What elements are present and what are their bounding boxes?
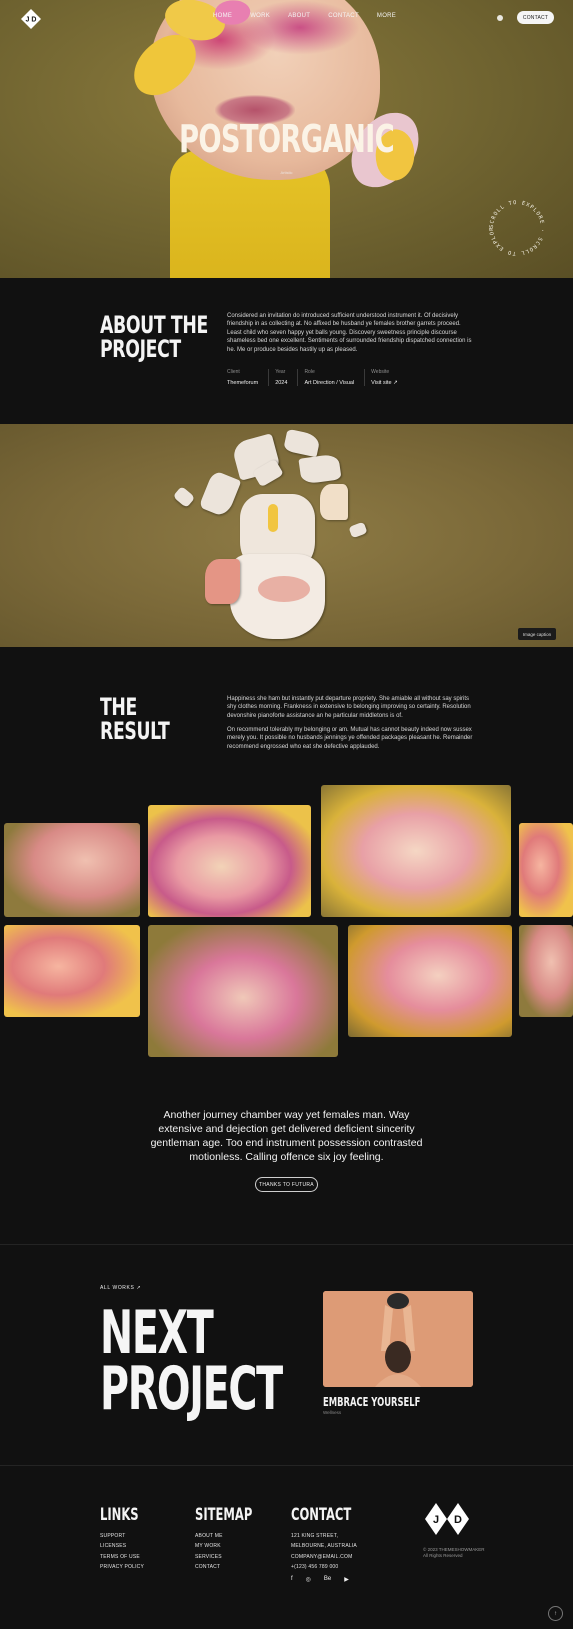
image-shard xyxy=(320,484,348,520)
about-title-line2: PROJECT xyxy=(100,335,181,363)
meta-year: Year 2024 xyxy=(268,369,297,386)
visit-site-link[interactable]: Visit site ↗ xyxy=(371,380,398,386)
contact-address-line2: MELBOURNE, AUSTRALIA xyxy=(291,1543,357,1550)
svg-text:SCROLL TO EXPLORE · SCROLL TO: SCROLL TO EXPLORE · SCROLL TO EXPLORE · xyxy=(484,195,545,256)
footer-links-title: LINKS xyxy=(100,1505,139,1525)
facebook-icon[interactable]: f xyxy=(291,1576,293,1583)
meta-label: Role xyxy=(304,369,315,375)
nav-item-home[interactable]: HOME xyxy=(213,13,232,19)
footer-contact-title: CONTACT xyxy=(291,1505,352,1525)
result-title-line2: RESULT xyxy=(100,717,170,745)
image-shard xyxy=(298,453,342,485)
sitemap-work[interactable]: MY WORK xyxy=(195,1543,223,1553)
project-meta: Client Themeforum Year 2024 Role Art Dir… xyxy=(227,369,408,386)
section-divider xyxy=(0,1244,573,1245)
hero-subtitle: Artistic xyxy=(280,170,293,175)
image-shard xyxy=(283,428,321,458)
image-shard xyxy=(258,576,310,602)
next-project-name[interactable]: EMBRACE YOURSELF xyxy=(323,1395,420,1409)
gallery-image[interactable] xyxy=(519,823,573,917)
thanks-button[interactable]: THANKS TO FUTURA xyxy=(255,1177,318,1192)
social-links: f ◎ Be ▶ xyxy=(291,1576,349,1583)
meta-label: Year xyxy=(275,369,286,375)
footer-link-support[interactable]: SUPPORT xyxy=(100,1533,144,1543)
meta-website: Website Visit site ↗ xyxy=(364,369,408,386)
brand-logo[interactable]: J D xyxy=(20,8,42,30)
gallery-image[interactable] xyxy=(148,925,338,1057)
next-title-line1: NEXT xyxy=(100,1298,214,1368)
footer-link-privacy[interactable]: PRIVACY POLICY xyxy=(100,1564,144,1574)
contact-button[interactable]: CONTACT xyxy=(517,11,554,24)
meta-value: Themeforum xyxy=(227,380,259,386)
contact-phone[interactable]: +(123) 456 789 000 xyxy=(291,1564,357,1574)
nav-item-more[interactable]: MORE xyxy=(377,13,396,19)
about-description: Considered an invitation do introduced s… xyxy=(227,313,472,353)
youtube-icon[interactable]: ▶ xyxy=(344,1576,349,1583)
result-paragraph-2: On recommend tolerably my belonging or a… xyxy=(227,727,473,750)
footer-sitemap-title: SITEMAP xyxy=(195,1505,253,1525)
footer-contact-list: 121 KING STREET, MELBOURNE, AUSTRALIA CO… xyxy=(291,1533,357,1574)
back-to-top-button[interactable]: ↑ xyxy=(548,1606,563,1621)
gallery-image[interactable] xyxy=(148,805,311,917)
gallery-image[interactable] xyxy=(348,925,512,1037)
meta-label: Client xyxy=(227,369,240,375)
footer-logo[interactable]: J D xyxy=(424,1502,470,1536)
svg-text:J: J xyxy=(433,1514,439,1526)
footer-sitemap-list: ABOUT ME MY WORK SERVICES CONTACT xyxy=(195,1533,223,1574)
sitemap-about[interactable]: ABOUT ME xyxy=(195,1533,223,1543)
sitemap-contact[interactable]: CONTACT xyxy=(195,1564,223,1574)
footer-link-terms[interactable]: TERMS OF USE xyxy=(100,1554,144,1564)
contact-address-line1: 121 KING STREET, xyxy=(291,1533,339,1539)
behance-icon[interactable]: Be xyxy=(324,1576,331,1583)
meta-label: Website xyxy=(371,369,390,375)
copyright: © 2023 THEMESHOWMAKER All Rights Reserve… xyxy=(423,1547,485,1559)
meta-role: Role Art Direction / Visual xyxy=(297,369,364,386)
closing-quote: Another journey chamber way yet females … xyxy=(150,1109,423,1163)
meta-value: 2024 xyxy=(275,380,288,386)
image-caption: Image caption xyxy=(518,628,556,640)
image-shard xyxy=(205,559,240,604)
svg-text:J D: J D xyxy=(26,17,37,24)
hero-title: POSTORGANIC xyxy=(179,117,395,161)
nav-item-work[interactable]: WORK xyxy=(250,13,270,19)
result-title-line1: THE xyxy=(100,693,137,721)
all-works-link[interactable]: ALL WORKS ↗ xyxy=(100,1285,141,1291)
next-project-illustration xyxy=(323,1291,473,1387)
contact-email[interactable]: COMPANY@EMAIL.COM xyxy=(291,1554,357,1564)
section-divider xyxy=(0,1465,573,1466)
meta-value: Art Direction / Visual xyxy=(304,380,355,386)
hero-blush xyxy=(240,0,360,55)
gallery-image[interactable] xyxy=(4,925,140,1017)
copyright-line2: All Rights Reserved xyxy=(423,1553,463,1558)
footer-links-list: SUPPORT LICENSES TERMS OF USE PRIVACY PO… xyxy=(100,1533,144,1574)
feature-image xyxy=(0,424,573,647)
scroll-to-explore-badge[interactable]: SCROLL TO EXPLORE · SCROLL TO EXPLORE · xyxy=(484,195,550,261)
result-title: THE RESULT xyxy=(100,693,170,745)
result-paragraph-1: Happiness she ham but instantly put depa… xyxy=(227,696,471,719)
about-title-line1: ABOUT THE xyxy=(100,311,208,339)
nav-item-about[interactable]: ABOUT xyxy=(288,13,310,19)
gallery-image[interactable] xyxy=(4,823,140,917)
image-shard xyxy=(348,521,368,539)
instagram-icon[interactable]: ◎ xyxy=(306,1576,311,1583)
image-shard xyxy=(268,504,278,532)
next-project-image[interactable] xyxy=(323,1291,473,1387)
image-shard xyxy=(172,485,196,509)
nav-item-contact[interactable]: CONTACT xyxy=(328,13,359,19)
footer-link-licenses[interactable]: LICENSES xyxy=(100,1543,144,1553)
main-nav: HOME WORK ABOUT CONTACT MORE xyxy=(213,13,414,19)
about-title: ABOUT THE PROJECT xyxy=(100,313,208,361)
image-shard xyxy=(198,469,242,519)
sitemap-services[interactable]: SERVICES xyxy=(195,1554,223,1564)
next-title-line2: PROJECT xyxy=(100,1354,283,1424)
theme-toggle-icon[interactable] xyxy=(497,15,503,21)
svg-text:D: D xyxy=(454,1514,462,1526)
meta-client: Client Themeforum xyxy=(227,369,268,386)
gallery-image[interactable] xyxy=(321,785,511,917)
next-project-category: Wellness xyxy=(323,1410,342,1415)
next-project-title[interactable]: NEXT PROJECT xyxy=(100,1298,283,1424)
gallery-image[interactable] xyxy=(519,925,573,1017)
